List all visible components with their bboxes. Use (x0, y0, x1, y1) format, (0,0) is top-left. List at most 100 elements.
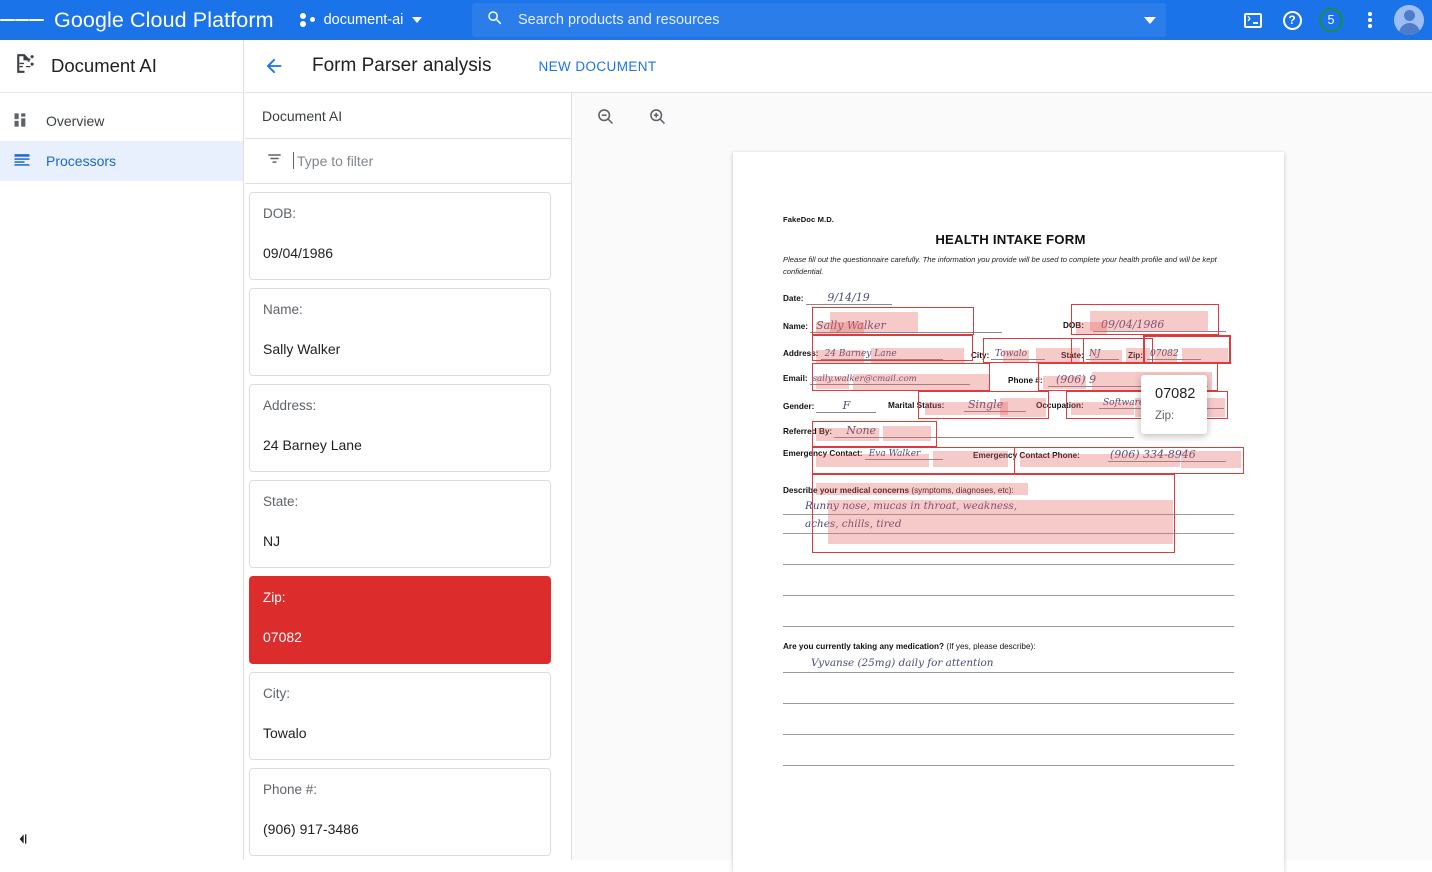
field-value: 07082 (263, 630, 550, 644)
field-key: City: (263, 687, 550, 701)
field-value: (906) 917-3486 (263, 822, 550, 836)
doc-value-concerns-line1: Runny nose, mucas in throat, weakness, (805, 500, 1017, 512)
field-key: DOB: (263, 207, 550, 221)
form-field-card[interactable]: Name: Sally Walker (249, 288, 551, 376)
field-value: NJ (263, 534, 550, 548)
chevron-down-icon (412, 17, 422, 23)
form-field-card[interactable]: Address: 24 Barney Lane (249, 384, 551, 472)
doc-label-name: Name: (783, 322, 808, 331)
sidebar-item-processors-label: Processors (46, 153, 116, 169)
topbar-actions: ? 5 (1236, 0, 1424, 40)
project-name: document-ai (324, 12, 404, 28)
doc-value-date: 9/14/19 (806, 291, 892, 305)
doc-label-concerns-rest: (symptoms, diagnoses, etc): (909, 486, 1014, 495)
form-field-card-selected[interactable]: Zip: 07082 (249, 576, 551, 664)
form-fields-panel: Document AI Type to filter DOB: 09/04/19… (245, 93, 572, 860)
field-value: 09/04/1986 (263, 246, 550, 260)
doc-value-name: Sally Walker (810, 319, 1002, 333)
doc-value-state: NJ (1086, 349, 1119, 360)
doc-label-occupation: Occupation: (1036, 401, 1084, 410)
filter-placeholder: Type to filter (297, 153, 373, 169)
collapse-panel-icon[interactable] (10, 826, 36, 852)
document-content: FakeDoc M.D. HEALTH INTAKE FORM Please f… (783, 215, 1238, 662)
doc-value-medication-line1: Vyvanse (25mg) daily for attention (811, 657, 994, 669)
hamburger-menu-icon[interactable] (0, 0, 44, 40)
search-icon (486, 9, 504, 32)
project-dots-icon (300, 13, 317, 27)
doc-label-emergency-contact: Emergency Contact: (783, 449, 863, 458)
filter-icon (266, 150, 283, 172)
back-arrow-icon[interactable] (263, 55, 285, 77)
form-field-card[interactable]: State: NJ (249, 480, 551, 568)
doc-value-emergency-contact: Eva Walker (865, 449, 943, 460)
document-ai-icon (12, 51, 37, 81)
doc-label-phone: Phone #: (1008, 376, 1043, 385)
account-avatar-icon[interactable] (1394, 5, 1424, 35)
doc-value-concerns-line2: aches, chills, tired (805, 518, 901, 530)
doc-label-emergency-phone: Emergency Contact Phone: (973, 451, 1080, 460)
field-key: Name: (263, 303, 550, 317)
tooltip-value: 07082 (1155, 387, 1181, 402)
document-viewer: FakeDoc M.D. HEALTH INTAKE FORM Please f… (573, 93, 1432, 860)
page-title: Form Parser analysis (312, 55, 492, 77)
doc-label-marital: Marital Status: (888, 401, 944, 410)
sidebar-item-processors[interactable]: Processors (0, 141, 243, 181)
doc-value-marital: Single (964, 398, 1026, 412)
form-field-card[interactable]: City: Towalo (249, 672, 551, 760)
product-title: Document AI (0, 40, 243, 93)
page-header: Form Parser analysis NEW DOCUMENT (245, 40, 1432, 93)
doc-label-email: Email: (783, 374, 808, 383)
product-title-label: Document AI (51, 55, 157, 77)
doc-value-email: sally.walker@cmail.com (810, 374, 970, 385)
doc-label-date: Date: (783, 294, 803, 303)
brand-title: Google Cloud Platform (54, 8, 274, 33)
doc-value-gender: F (816, 399, 876, 413)
sidebar-item-overview[interactable]: Overview (0, 101, 243, 141)
doc-value-address: 24 Barney Lane (821, 349, 943, 360)
field-key: Zip: (263, 591, 550, 605)
field-key: Address: (263, 399, 550, 413)
doc-label-medication: Are you currently taking any medication? (783, 642, 944, 651)
overview-grid-icon (12, 110, 32, 133)
form-field-card[interactable]: DOB: 09/04/1986 (249, 192, 551, 280)
doc-value-referred: None (834, 424, 1134, 438)
notification-count: 5 (1319, 8, 1343, 32)
new-document-button[interactable]: NEW DOCUMENT (539, 59, 657, 74)
cloud-shell-icon[interactable] (1236, 3, 1270, 37)
search-input[interactable]: Search products and resources (472, 3, 1166, 37)
document-clinic-name: FakeDoc M.D. (783, 215, 1238, 224)
field-value: Towalo (263, 726, 550, 740)
help-icon[interactable]: ? (1275, 3, 1309, 37)
notifications-badge[interactable]: 5 (1314, 3, 1348, 37)
doc-label-state: State: (1061, 351, 1084, 360)
more-vert-icon[interactable] (1353, 3, 1387, 37)
doc-value-zip: 07082 (1147, 349, 1201, 360)
doc-label-zip: Zip: (1128, 351, 1143, 360)
form-field-card[interactable]: Phone #: (906) 917-3486 (249, 768, 551, 856)
viewer-toolbar (573, 93, 1432, 140)
doc-label-city: City: (971, 351, 989, 360)
breadcrumb-label: Document AI (262, 108, 342, 124)
document-instructions: Please fill out the questionnaire carefu… (783, 254, 1238, 278)
search-dropdown-chevron-icon[interactable] (1144, 17, 1156, 24)
breadcrumb[interactable]: Document AI (245, 93, 571, 139)
processors-icon (12, 150, 32, 173)
doc-label-medication-rest: (If yes, please describe): (944, 642, 1035, 651)
doc-label-referred: Referred By: (783, 427, 832, 436)
tooltip-key: Zip: (1155, 411, 1181, 423)
document-page[interactable]: FakeDoc M.D. HEALTH INTAKE FORM Please f… (733, 152, 1284, 872)
zoom-in-icon[interactable] (640, 100, 674, 134)
field-key: Phone #: (263, 783, 550, 797)
project-selector[interactable]: document-ai (300, 12, 423, 28)
filter-input[interactable]: Type to filter (245, 139, 571, 184)
zoom-out-icon[interactable] (588, 100, 622, 134)
doc-label-address: Address: (783, 349, 819, 358)
form-field-cards-list[interactable]: DOB: 09/04/1986 Name: Sally Walker Addre… (245, 184, 571, 860)
doc-value-dob: 09/04/1986 (1093, 318, 1226, 332)
doc-value-city: Towalo (991, 349, 1045, 360)
field-value: 24 Barney Lane (263, 438, 550, 452)
left-navigation: Document AI Overview Processors (0, 40, 244, 860)
doc-value-emergency-phone: (906) 334-8946 (1108, 448, 1226, 462)
field-key: State: (263, 495, 550, 509)
doc-label-dob: DOB: (1063, 321, 1084, 330)
